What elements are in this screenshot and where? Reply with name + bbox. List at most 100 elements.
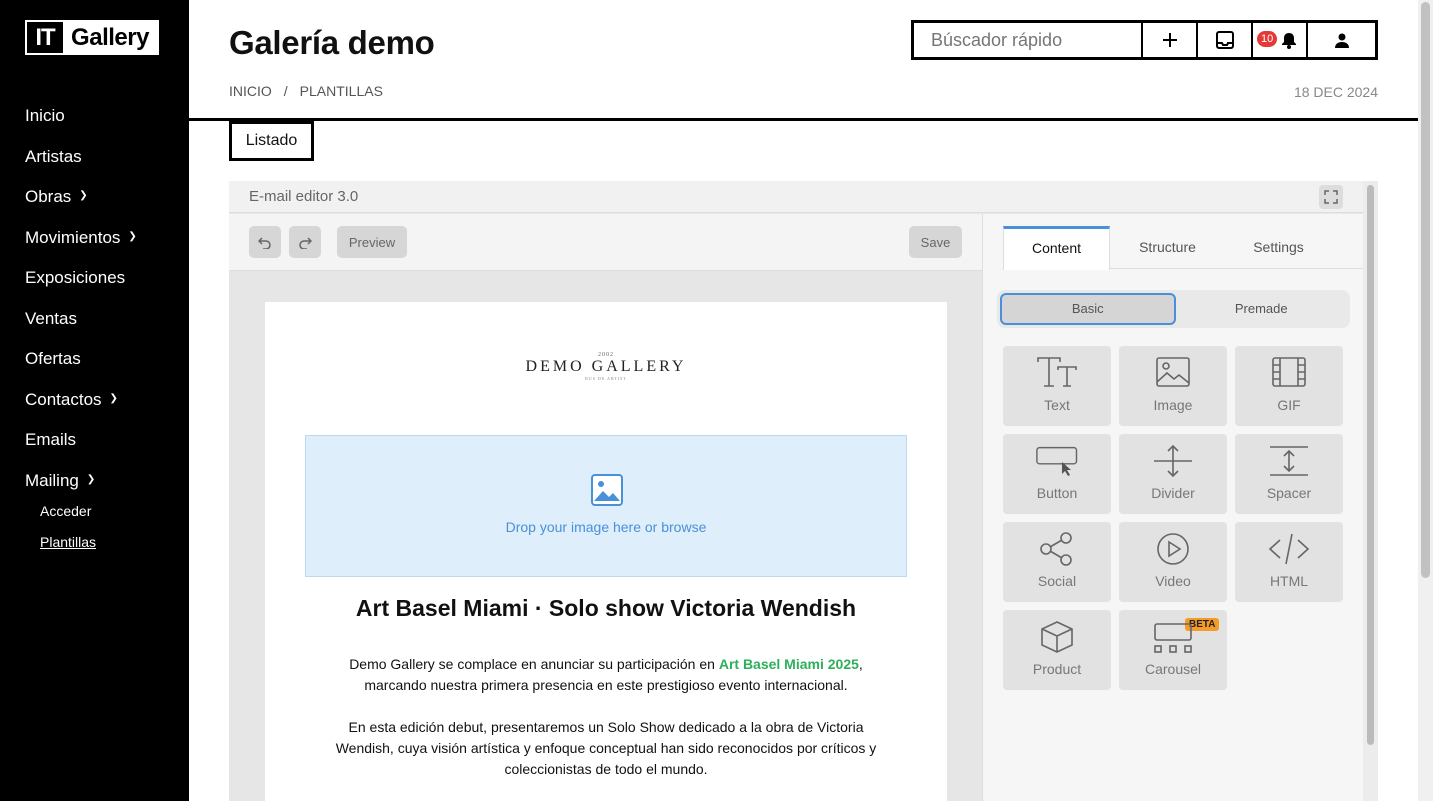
add-button[interactable] [1143, 23, 1198, 57]
panel-tabs: Content Structure Settings [1003, 226, 1364, 270]
page-scrollbar-thumb[interactable] [1421, 2, 1430, 578]
breadcrumb-home[interactable]: INICIO [229, 83, 272, 99]
inbox-icon [1215, 31, 1234, 49]
sidebar-item-obras[interactable]: Obras ❯ [25, 177, 137, 218]
segment-premade[interactable]: Premade [1176, 293, 1348, 325]
sidebar-item-artistas[interactable]: Artistas [25, 137, 137, 178]
segment-basic[interactable]: Basic [1000, 293, 1176, 325]
sidebar-nav: Inicio Artistas Obras ❯ Movimientos ❯ Expo… [25, 96, 137, 501]
sidebar-subitem-plantillas[interactable]: Plantillas [40, 531, 96, 562]
redo-button[interactable] [289, 226, 321, 258]
block-spacer[interactable]: Spacer [1235, 434, 1343, 514]
tab-content[interactable]: Content [1003, 226, 1110, 270]
sidebar-item-ventas[interactable]: Ventas [25, 299, 137, 340]
block-label: Spacer [1266, 485, 1312, 501]
block-label: Carousel [1144, 661, 1202, 677]
page-scrollbar[interactable] [1418, 0, 1433, 801]
sidebar-subnav: Acceder Plantillas [40, 500, 96, 562]
html-icon [1268, 533, 1310, 565]
block-divider[interactable]: Divider [1119, 434, 1227, 514]
search-input[interactable] [914, 23, 1143, 57]
sidebar-item-exposiciones[interactable]: Exposiciones [25, 258, 137, 299]
chevron-down-icon: ❯ [86, 473, 96, 485]
save-button[interactable]: Save [909, 226, 962, 258]
email-body[interactable]: 2002 DEMO GALLERY BUS DE ARTIST Drop you… [265, 302, 947, 801]
email-paragraph-1: Demo Gallery se complace en anunciar su … [325, 654, 887, 696]
editor-scrollbar-thumb[interactable] [1367, 185, 1374, 745]
dropzone-text[interactable]: Drop your image here or browse [306, 519, 906, 535]
block-label: Image [1153, 397, 1193, 413]
preview-button[interactable]: Preview [337, 226, 407, 258]
sidebar-item-label: Exposiciones [25, 268, 126, 288]
breadcrumb-separator: / [283, 83, 288, 99]
sidebar-item-movimientos[interactable]: Movimientos ❯ [25, 218, 137, 259]
text-icon [1037, 357, 1077, 387]
sidebar-item-ofertas[interactable]: Ofertas [25, 339, 137, 380]
editor-title: E-mail editor 3.0 [249, 188, 359, 205]
product-icon [1041, 621, 1073, 653]
email-highlight-link[interactable]: Art Basel Miami 2025 [719, 656, 859, 672]
block-social[interactable]: Social [1003, 522, 1111, 602]
bell-icon [1281, 33, 1296, 49]
sidebar-item-mailing[interactable]: Mailing ❯ [25, 461, 137, 502]
button-icon [1036, 446, 1078, 476]
block-image[interactable]: Image [1119, 346, 1227, 426]
inbox-button[interactable] [1198, 23, 1253, 57]
sidebar-subitem-acceder[interactable]: Acceder [40, 500, 96, 531]
top-toolbar: 10 [911, 20, 1378, 60]
sidebar-item-label: Ofertas [25, 349, 81, 369]
block-button[interactable]: Button [1003, 434, 1111, 514]
block-label: Button [1036, 485, 1078, 501]
fullscreen-icon [1324, 190, 1338, 204]
undo-button[interactable] [249, 226, 281, 258]
editor-side-panel: Content Structure Settings Basic Premade… [982, 214, 1364, 801]
sidebar-item-label: Ventas [25, 308, 77, 328]
email-editor: E-mail editor 3.0 Preview Save 2002 DEMO… [229, 181, 1378, 801]
chevron-down-icon: ❯ [128, 230, 137, 242]
block-text[interactable]: Text [1003, 346, 1111, 426]
notifications-button[interactable]: 10 [1253, 23, 1308, 57]
email-paragraph-text: Demo Gallery se complace en anunciar su … [349, 656, 719, 672]
tab-structure[interactable]: Structure [1114, 226, 1221, 268]
block-label: Text [1044, 397, 1070, 413]
block-label: Divider [1151, 485, 1195, 501]
logo-gallery: Gallery [63, 22, 157, 53]
fullscreen-button[interactable] [1319, 185, 1343, 209]
sidebar-item-label: Obras [25, 187, 72, 207]
user-button[interactable] [1308, 23, 1375, 57]
social-icon [1040, 532, 1072, 566]
image-dropzone[interactable]: Drop your image here or browse [305, 435, 907, 577]
logo[interactable]: IT Gallery [25, 20, 159, 55]
sidebar-item-contactos[interactable]: Contactos ❯ [25, 380, 137, 421]
notifications-badge: 10 [1257, 31, 1278, 47]
sidebar-item-label: Artistas [25, 146, 82, 166]
page-title: Galería demo [229, 24, 435, 61]
block-video[interactable]: Video [1119, 522, 1227, 602]
sidebar-item-label: Inicio [25, 106, 65, 126]
sidebar-item-inicio[interactable]: Inicio [25, 96, 137, 137]
brand-tagline: BUS DE ARTIST [585, 376, 627, 381]
tab-settings[interactable]: Settings [1225, 226, 1332, 268]
block-carousel[interactable]: BETA Carousel [1119, 610, 1227, 690]
editor-scrollbar[interactable] [1363, 181, 1378, 801]
block-label: HTML [1269, 573, 1309, 589]
logo-it: IT [27, 22, 63, 53]
block-gif[interactable]: GIF [1235, 346, 1343, 426]
email-title: Art Basel Miami · Solo show Victoria Wen… [355, 595, 857, 621]
undo-icon [258, 237, 271, 249]
block-html[interactable]: HTML [1235, 522, 1343, 602]
header-divider [189, 118, 1418, 121]
block-product[interactable]: Product [1003, 610, 1111, 690]
block-label: Product [1032, 661, 1082, 677]
image-placeholder-icon [591, 474, 623, 506]
canvas-toolbar: Preview Save [229, 214, 982, 271]
redo-icon [299, 237, 312, 249]
tab-listado[interactable]: Listado [229, 121, 314, 161]
divider-icon [1154, 444, 1192, 478]
app: IT Gallery Inicio Artistas Obras ❯ Movimi… [0, 0, 1433, 801]
sidebar-item-emails[interactable]: Emails [25, 420, 137, 461]
plus-icon [1162, 33, 1177, 47]
user-icon [1334, 33, 1349, 48]
breadcrumb-current: PLANTILLAS [299, 83, 383, 99]
spacer-icon [1270, 446, 1308, 476]
